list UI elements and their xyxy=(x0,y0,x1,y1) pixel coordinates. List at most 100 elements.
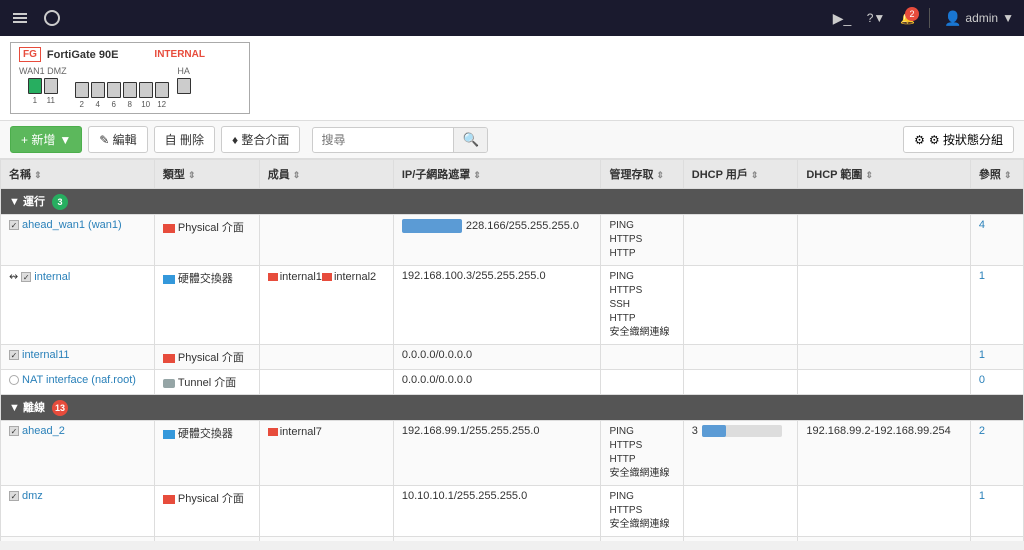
cell-ref: 2 xyxy=(970,537,1023,542)
table-row[interactable]: ✓internal11 Physical 介面 0.0.0.0/0.0.0.0 … xyxy=(1,345,1024,370)
search-submit-button[interactable]: 🔍 xyxy=(453,128,487,152)
status-group-button[interactable]: ⚙ ⚙ 按狀態分組 xyxy=(903,126,1014,153)
col-ref[interactable]: 參照 ⇕ xyxy=(970,160,1023,189)
port-num-1: 1 xyxy=(28,96,42,105)
search-input[interactable] xyxy=(313,129,453,151)
terminal-button[interactable]: ▶_ xyxy=(832,8,852,28)
member-tag: internal1 xyxy=(268,271,322,283)
cell-dhcp-users xyxy=(683,537,798,542)
row-name-link[interactable]: dmz xyxy=(22,490,43,502)
col-ip[interactable]: IP/子網路遮罩 ⇕ xyxy=(393,160,601,189)
ref-link[interactable]: 1 xyxy=(979,490,985,502)
edit-button[interactable]: ✎ 編輯 xyxy=(88,126,147,153)
admin-menu-button[interactable]: 👤 admin ▼ xyxy=(944,10,1014,27)
ref-link[interactable]: 1 xyxy=(979,349,985,361)
member-dot-icon xyxy=(268,273,278,281)
ft-logo: FG xyxy=(19,47,41,62)
port-ha xyxy=(177,78,191,94)
cell-name: ↭ ✓internal xyxy=(1,266,155,345)
table-row[interactable]: fortilink 802.3ad 聚合 FortiSwitch 專用 PING… xyxy=(1,537,1024,542)
alert-count: 2 xyxy=(905,7,919,21)
pn-4: 4 xyxy=(91,100,105,109)
cell-dhcp-range: 10.255.1.2-10.255.1.254 xyxy=(798,537,971,542)
search-box[interactable]: 🔍 xyxy=(312,127,488,153)
port-int-4 xyxy=(91,82,105,98)
dhcp-bar-container xyxy=(702,425,782,437)
row-type-label: Physical 介面 xyxy=(178,493,244,505)
ip-text: 228.166/255.255.255.0 xyxy=(466,220,579,232)
sort-dhcp-range-icon: ⇕ xyxy=(865,170,873,180)
internal-port-group: 2 4 6 8 10 12 xyxy=(75,66,169,109)
row-check-icon: ✓ xyxy=(21,272,31,282)
cell-access: PINGHTTPSHTTP安全織網連線 xyxy=(601,421,683,486)
port-wan1 xyxy=(28,78,42,94)
delete-button[interactable]: 自 刪除 xyxy=(154,126,215,153)
access-item: PING xyxy=(609,490,674,504)
merge-button[interactable]: ♦ 整合介面 xyxy=(221,126,300,153)
cell-dhcp-users xyxy=(683,266,798,345)
cell-type: Tunnel 介面 xyxy=(154,370,259,395)
row-expand-icon[interactable]: ↭ xyxy=(9,271,18,283)
row-name-link[interactable]: NAT interface (naf.root) xyxy=(22,374,136,386)
cell-members xyxy=(259,370,393,395)
ip-bar xyxy=(402,219,462,233)
new-button[interactable]: + 新增 ▼ xyxy=(10,126,82,153)
alert-button[interactable]: 🔔 2 xyxy=(900,11,915,25)
table-row[interactable]: ✓ahead_wan1 (wan1) Physical 介面 228.166/2… xyxy=(1,215,1024,266)
cell-members xyxy=(259,486,393,537)
group-toggle-0[interactable]: ▼ 運行 xyxy=(9,196,48,208)
port-int-8 xyxy=(123,82,137,98)
row-type-label: Physical 介面 xyxy=(178,352,244,364)
col-access[interactable]: 管理存取 ⇕ xyxy=(601,160,683,189)
hamburger-menu-button[interactable] xyxy=(10,8,30,28)
wan-port-group: WAN1 DMZ 1 11 xyxy=(19,66,67,109)
ref-link[interactable]: 1 xyxy=(979,270,985,282)
pn-10: 10 xyxy=(139,100,153,109)
row-type-label: 硬體交換器 xyxy=(178,428,233,440)
col-dhcp-users[interactable]: DHCP 用戶 ⇕ xyxy=(683,160,798,189)
access-item: HTTP xyxy=(609,312,674,326)
member-dot-icon xyxy=(322,273,332,281)
cell-dhcp-range xyxy=(798,215,971,266)
ref-link[interactable]: 2 xyxy=(979,425,985,437)
dhcp-bar xyxy=(702,425,726,437)
ref-link[interactable]: 4 xyxy=(979,219,985,231)
sort-ip-icon: ⇕ xyxy=(473,170,481,180)
table-row[interactable]: NAT interface (naf.root) Tunnel 介面 0.0.0… xyxy=(1,370,1024,395)
top-nav-left xyxy=(10,8,62,28)
cell-type: Physical 介面 xyxy=(154,215,259,266)
group-toggle-1[interactable]: ▼ 離線 xyxy=(9,402,48,414)
sort-name-icon: ⇕ xyxy=(34,170,42,180)
new-chevron-icon: ▼ xyxy=(59,133,71,147)
col-name[interactable]: 名稱 ⇕ xyxy=(1,160,155,189)
cell-ref: 1 xyxy=(970,345,1023,370)
table-row[interactable]: ✓dmz Physical 介面 10.10.10.1/255.255.255.… xyxy=(1,486,1024,537)
access-item: 安全織網連線 xyxy=(609,518,674,532)
admin-chevron-icon: ▼ xyxy=(1002,11,1014,25)
ref-link[interactable]: 0 xyxy=(979,374,985,386)
row-name-link[interactable]: ahead_2 xyxy=(22,425,65,437)
table-row[interactable]: ✓ahead_2 硬體交換器 internal7 192.168.99.1/25… xyxy=(1,421,1024,486)
row-name-link[interactable]: internal11 xyxy=(22,349,70,361)
col-type[interactable]: 類型 ⇕ xyxy=(154,160,259,189)
help-button[interactable]: ? ▼ xyxy=(866,8,886,28)
cell-dhcp-users xyxy=(683,215,798,266)
search-button[interactable] xyxy=(42,8,62,28)
cell-ref: 4 xyxy=(970,215,1023,266)
cell-ip: 0.0.0.0/0.0.0.0 xyxy=(393,370,601,395)
row-name-link[interactable]: ahead_wan1 (wan1) xyxy=(22,219,122,231)
merge-button-label: ♦ 整合介面 xyxy=(232,131,289,148)
access-item: HTTPS xyxy=(609,504,674,518)
ha-label: HA xyxy=(177,66,190,76)
cell-dhcp-range xyxy=(798,345,971,370)
col-dhcp-range[interactable]: DHCP 範圍 ⇕ xyxy=(798,160,971,189)
table-row[interactable]: ↭ ✓internal 硬體交換器 internal1 internal2 19… xyxy=(1,266,1024,345)
cell-ip: 0.0.0.0/0.0.0.0 xyxy=(393,345,601,370)
col-members[interactable]: 成員 ⇕ xyxy=(259,160,393,189)
cell-type: Physical 介面 xyxy=(154,486,259,537)
ip-text: 0.0.0.0/0.0.0.0 xyxy=(402,349,472,361)
row-name-link[interactable]: internal xyxy=(34,271,70,283)
table-header-row: 名稱 ⇕ 類型 ⇕ 成員 ⇕ IP/子網路遮罩 ⇕ 管理存取 ⇕ DHCP 用戶… xyxy=(1,160,1024,189)
ip-text: 192.168.99.1/255.255.255.0 xyxy=(402,425,540,437)
port-int-10 xyxy=(139,82,153,98)
